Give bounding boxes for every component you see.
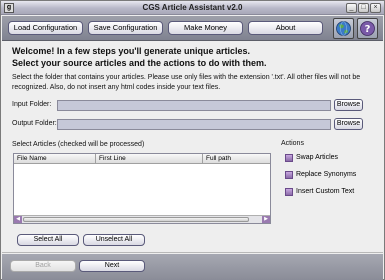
globe-icon	[336, 21, 351, 36]
make-money-button[interactable]: Make Money	[168, 21, 243, 35]
help-button[interactable]: ?	[357, 18, 378, 39]
column-full-path[interactable]: Full path	[203, 154, 270, 164]
app-window: g CGS Article Assistant v2.0 _ □ × Load …	[0, 0, 385, 280]
footer-divider	[2, 252, 383, 253]
unselect-all-button[interactable]: Unselect All	[83, 234, 145, 246]
scroll-right-icon[interactable]: ▶	[262, 216, 270, 223]
back-button[interactable]: Back	[10, 260, 76, 272]
save-configuration-button[interactable]: Save Configuration	[88, 21, 163, 35]
welcome-heading: Welcome! In a few steps you'll generate …	[12, 46, 251, 56]
load-configuration-button[interactable]: Load Configuration	[8, 21, 83, 35]
title-bar: g CGS Article Assistant v2.0 _ □ ×	[1, 1, 384, 15]
replace-synonyms-label: Replace Synonyms	[296, 171, 357, 178]
output-folder-field[interactable]	[57, 119, 331, 130]
subtitle-heading: Select your source articles and the acti…	[12, 58, 267, 68]
globe-button[interactable]	[333, 18, 354, 39]
input-folder-field[interactable]	[57, 100, 331, 111]
swap-articles-label: Swap Articles	[296, 154, 339, 161]
input-folder-label: Input Folder:	[12, 101, 52, 108]
next-button[interactable]: Next	[79, 260, 145, 272]
replace-synonyms-checkbox[interactable]	[285, 171, 293, 179]
list-header: File Name First Line Full path	[14, 154, 270, 164]
select-all-button[interactable]: Select All	[17, 234, 79, 246]
window-title: CGS Article Assistant v2.0	[142, 3, 243, 12]
column-first-line[interactable]: First Line	[96, 154, 203, 164]
articles-list[interactable]: File Name First Line Full path ◀ ▶	[13, 153, 271, 224]
output-browse-button[interactable]: Browse	[334, 118, 363, 130]
close-icon[interactable]: ×	[370, 3, 381, 13]
minimize-icon[interactable]: _	[346, 3, 357, 13]
insert-custom-text-label: Insert Custom Text	[296, 188, 355, 195]
top-toolbar: Load Configuration Save Configuration Ma…	[2, 16, 383, 41]
output-folder-label: Output Folder:	[12, 120, 57, 127]
svg-text:?: ?	[365, 24, 371, 35]
select-articles-label: Select Articles (checked will be process…	[12, 141, 145, 148]
maximize-icon[interactable]: □	[358, 3, 369, 13]
swap-articles-checkbox[interactable]	[285, 154, 293, 162]
about-button[interactable]: About	[248, 21, 323, 35]
input-browse-button[interactable]: Browse	[334, 99, 363, 111]
horizontal-scrollbar[interactable]: ◀ ▶	[14, 215, 270, 223]
scroll-thumb[interactable]	[23, 217, 249, 222]
actions-label: Actions	[281, 140, 304, 147]
help-icon: ?	[360, 21, 375, 36]
insert-custom-text-checkbox[interactable]	[285, 188, 293, 196]
description-text: Select the folder that contains your art…	[12, 74, 361, 91]
column-file-name[interactable]: File Name	[14, 154, 96, 164]
footer-bar: Back Next	[2, 254, 383, 280]
scroll-left-icon[interactable]: ◀	[14, 216, 22, 223]
